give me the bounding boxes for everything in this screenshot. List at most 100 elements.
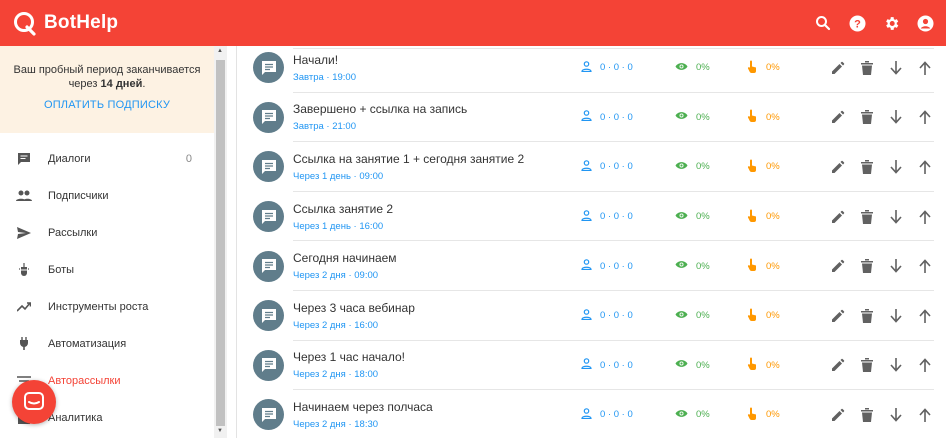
message-title[interactable]: Через 1 час начало! xyxy=(293,350,405,364)
delete-icon[interactable] xyxy=(852,304,881,328)
stat-clicks: 0% xyxy=(747,308,780,324)
message-title[interactable]: Начали! xyxy=(293,53,356,67)
message-schedule: Завтра · 19:00 xyxy=(293,71,356,83)
sidebar-item-label: Подписчики xyxy=(48,189,109,202)
list-item[interactable]: Через 1 час начало! Через 2 дня · 18:00 0 … xyxy=(237,341,946,391)
stat-views: 0% xyxy=(675,161,710,173)
message-schedule: Через 1 день · 09:00 xyxy=(293,170,384,182)
message-title[interactable]: Сегодня начинаем xyxy=(293,251,397,265)
move-down-icon[interactable] xyxy=(881,56,910,80)
move-up-icon[interactable] xyxy=(910,254,939,278)
scroll-down-arrow-icon[interactable]: ▼ xyxy=(217,428,223,434)
scrollbar-thumb[interactable] xyxy=(216,60,225,426)
click-hand-icon xyxy=(747,60,758,76)
move-up-icon[interactable] xyxy=(910,105,939,129)
delete-icon[interactable] xyxy=(852,353,881,377)
stat-clicks: 0% xyxy=(747,60,780,76)
stat-users: 0 · 0 · 0 xyxy=(581,209,633,224)
pay-subscription-link[interactable]: ОПЛАТИТЬ ПОДПИСКУ xyxy=(44,99,170,111)
stat-users: 0 · 0 · 0 xyxy=(581,259,633,273)
message-icon xyxy=(253,101,284,133)
list-item[interactable]: Ссылка занятие 2 Через 1 день · 16:00 0 · … xyxy=(237,192,946,242)
edit-icon[interactable] xyxy=(823,105,852,129)
list-item[interactable]: Сегодня начинаем Через 2 дня · 09:00 0 · 0… xyxy=(237,241,946,291)
move-down-icon[interactable] xyxy=(881,254,910,278)
stat-clicks: 0% xyxy=(747,159,780,175)
sidebar-item-3[interactable]: Боты xyxy=(0,251,214,288)
message-title[interactable]: Завершено + ссылка на запись xyxy=(293,102,467,116)
eye-icon xyxy=(675,260,688,272)
click-hand-icon xyxy=(747,109,758,125)
edit-icon[interactable] xyxy=(823,353,852,377)
delete-icon[interactable] xyxy=(852,254,881,278)
stat-clicks: 0% xyxy=(747,258,780,274)
search-icon[interactable] xyxy=(806,0,840,46)
edit-icon[interactable] xyxy=(823,304,852,328)
message-schedule: Через 2 дня · 18:30 xyxy=(293,418,379,430)
edit-icon[interactable] xyxy=(823,205,852,229)
edit-icon[interactable] xyxy=(823,403,852,427)
list-item[interactable]: Завершено + ссылка на запись Завтра · 21:… xyxy=(237,93,946,143)
sidebar-item-2[interactable]: Рассылки xyxy=(0,214,214,251)
move-down-icon[interactable] xyxy=(881,205,910,229)
list-item[interactable]: Через 3 часа вебинар Через 2 дня · 16:00 0… xyxy=(237,291,946,341)
move-up-icon[interactable] xyxy=(910,353,939,377)
move-up-icon[interactable] xyxy=(910,205,939,229)
delete-icon[interactable] xyxy=(852,155,881,179)
edit-icon[interactable] xyxy=(823,155,852,179)
delete-icon[interactable] xyxy=(852,205,881,229)
move-down-icon[interactable] xyxy=(881,353,910,377)
sidebar-scrollbar[interactable]: ▲ ▼ xyxy=(214,46,227,438)
delete-icon[interactable] xyxy=(852,403,881,427)
eye-icon xyxy=(675,111,688,123)
move-up-icon[interactable] xyxy=(910,403,939,427)
message-icon xyxy=(253,52,284,84)
message-title[interactable]: Начинаем через полчаса xyxy=(293,400,433,414)
stat-users: 0 · 0 · 0 xyxy=(581,408,633,422)
message-title[interactable]: Ссылка на занятие 1 + сегодня занятие 2 xyxy=(293,152,524,166)
user-icon xyxy=(581,259,592,273)
move-down-icon[interactable] xyxy=(881,155,910,179)
support-chat-button[interactable] xyxy=(12,380,56,424)
sidebar-item-label: Инструменты роста xyxy=(48,300,149,313)
delete-icon[interactable] xyxy=(852,56,881,80)
app-logo[interactable]: BotHelp xyxy=(12,10,118,36)
list-item[interactable]: Начинаем через полчаса Через 2 дня · 18:3… xyxy=(237,390,946,438)
stat-users: 0 · 0 · 0 xyxy=(581,60,633,75)
move-up-icon[interactable] xyxy=(910,155,939,179)
message-title[interactable]: Ссылка занятие 2 xyxy=(293,202,393,216)
stat-clicks: 0% xyxy=(747,109,780,125)
sidebar-item-1[interactable]: Подписчики xyxy=(0,177,214,214)
move-down-icon[interactable] xyxy=(881,403,910,427)
sidebar-item-4[interactable]: Инструменты роста xyxy=(0,288,214,325)
edit-icon[interactable] xyxy=(823,56,852,80)
move-down-icon[interactable] xyxy=(881,304,910,328)
move-up-icon[interactable] xyxy=(910,304,939,328)
svg-text:?: ? xyxy=(854,18,861,30)
plug-icon xyxy=(0,337,48,350)
trial-banner: Ваш пробный период заканчивается через 1… xyxy=(0,46,214,133)
send-icon xyxy=(0,226,48,239)
move-down-icon[interactable] xyxy=(881,105,910,129)
sidebar-item-0[interactable]: Диалоги 0 xyxy=(0,140,214,177)
delete-icon[interactable] xyxy=(852,105,881,129)
list-item[interactable]: Начали! Завтра · 19:00 0 · 0 · 0 0% 0% xyxy=(237,46,946,93)
stat-clicks: 0% xyxy=(747,357,780,373)
message-icon xyxy=(253,300,284,332)
stat-views: 0% xyxy=(675,111,710,123)
help-icon[interactable]: ? xyxy=(840,0,874,46)
move-up-icon[interactable] xyxy=(910,56,939,80)
scroll-up-arrow-icon[interactable]: ▲ xyxy=(217,48,223,54)
list-item[interactable]: Ссылка на занятие 1 + сегодня занятие 2 Ч… xyxy=(237,142,946,192)
eye-icon xyxy=(675,62,688,74)
message-schedule: Через 2 дня · 09:00 xyxy=(293,270,379,282)
sidebar-item-5[interactable]: Автоматизация xyxy=(0,325,214,362)
user-icon xyxy=(581,160,592,174)
edit-icon[interactable] xyxy=(823,254,852,278)
user-icon xyxy=(581,408,592,422)
message-title[interactable]: Через 3 часа вебинар xyxy=(293,301,415,315)
gear-icon[interactable] xyxy=(874,0,908,46)
account-icon[interactable] xyxy=(908,0,942,46)
chat-icon xyxy=(0,152,48,166)
eye-icon xyxy=(675,359,688,371)
